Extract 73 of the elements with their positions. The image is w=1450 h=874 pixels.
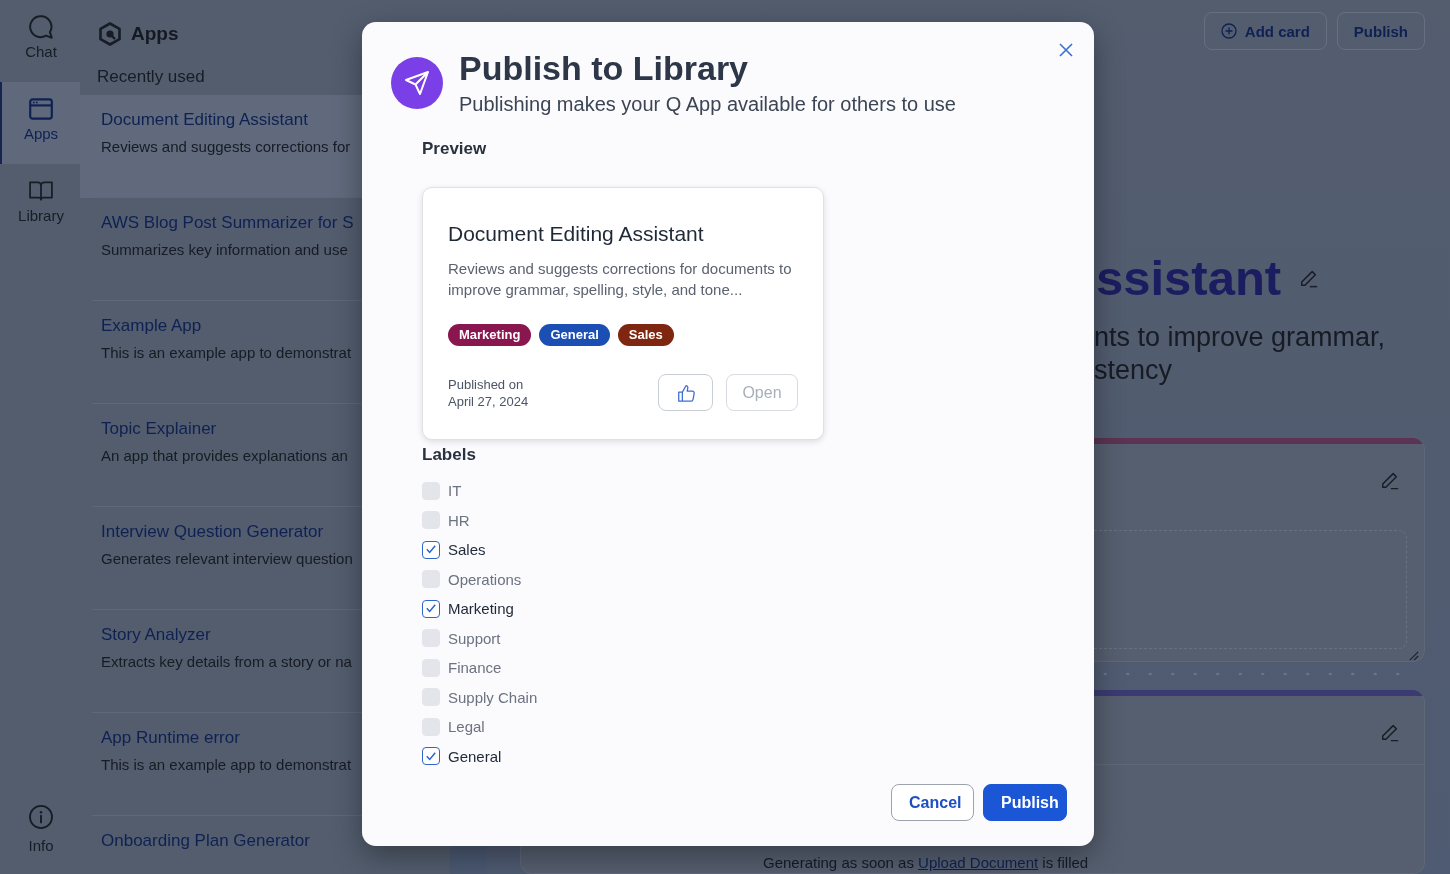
dialog-title: Publish to Library <box>459 48 750 88</box>
preview-description: Reviews and suggests corrections for documents to improve grammar, spelling, style, and tone... <box>448 259 793 300</box>
pencil-icon[interactable] <box>1380 470 1400 490</box>
app-description: This is an example app to demonstrat <box>101 343 352 363</box>
app-title: App Runtime error <box>101 727 240 749</box>
checkbox-label: IT <box>448 482 462 500</box>
checkbox[interactable] <box>422 540 440 559</box>
label-tag: Marketing <box>448 324 532 346</box>
checkbox[interactable] <box>422 747 440 766</box>
checkbox-label: Finance <box>448 659 502 677</box>
app-description: Reviews and suggests corrections for <box>101 137 351 157</box>
app-title: Example App <box>101 315 202 337</box>
preview-title: Document Editing Assistant <box>448 221 705 247</box>
checkbox-label: Supply Chain <box>448 688 538 706</box>
app-description: Extracts key details from a story or na <box>101 652 352 672</box>
toolbar-button[interactable]: Publish <box>1336 12 1425 50</box>
rail-item[interactable]: Info <box>0 805 80 874</box>
app-description: Generates relevant interview question <box>101 549 353 569</box>
checkbox-label: Marketing <box>448 600 514 618</box>
resize-handle-icon[interactable] <box>1409 651 1419 661</box>
app-description: Summarizes key information and use <box>101 240 348 260</box>
app-title: Document Editing Assistant <box>101 109 308 131</box>
dialog-subtitle: Publishing makes your Q App available for others to use <box>459 92 956 117</box>
checkbox-label: General <box>448 747 502 765</box>
app-list-item[interactable]: Interview Question Generator Generates relevant interview question <box>80 507 450 610</box>
plus-circle-icon <box>1220 23 1237 39</box>
checkbox-label: Legal <box>448 718 485 736</box>
status-text: Generating as soon as Upload Document is filled <box>763 855 1089 871</box>
toolbar-button[interactable]: Add card <box>1203 12 1327 50</box>
paper-plane-icon <box>391 57 443 109</box>
rail-item[interactable]: Apps <box>0 82 80 164</box>
label-tag: General <box>539 324 610 346</box>
pencil-icon[interactable] <box>1380 722 1400 742</box>
checkbox-label: Support <box>448 629 501 647</box>
pencil-icon[interactable] <box>1299 268 1320 288</box>
app-title: AWS Blog Post Summarizer for S <box>101 212 354 234</box>
checkbox-label: Operations <box>448 570 522 588</box>
browser-window-icon <box>29 97 53 121</box>
app-description: This is an example app to demonstrat <box>101 755 352 775</box>
checkbox-label: Sales <box>448 541 486 559</box>
app-description: An app that provides explanations an <box>101 446 348 466</box>
chat-bubble-icon <box>29 15 53 39</box>
hexagon-logo-icon <box>98 22 122 46</box>
check-icon <box>426 604 436 614</box>
publish-button[interactable]: Publish <box>983 784 1067 821</box>
app-title: Onboarding Plan Generator <box>101 830 310 852</box>
info-icon <box>29 805 53 829</box>
panel-title: Apps <box>131 23 179 45</box>
section-title: Recently used <box>97 67 205 87</box>
rail-item[interactable]: Library <box>0 164 80 246</box>
app-title: Topic Explainer <box>101 418 217 440</box>
app-title: Story Analyzer <box>101 624 211 646</box>
app-title: Interview Question Generator <box>101 521 324 543</box>
app-list-item[interactable]: AWS Blog Post Summarizer for S Summarizes key information and use <box>80 198 450 301</box>
app-description-text: nts to improve grammar, stency <box>1094 321 1387 387</box>
cancel-button[interactable]: Cancel <box>891 784 974 821</box>
checkbox-label: HR <box>448 511 470 529</box>
app-title-heading: ssistant <box>1096 250 1282 307</box>
thumbs-up-icon <box>675 382 696 403</box>
checkbox[interactable] <box>422 599 440 618</box>
app-list-item[interactable]: App Runtime error This is an example app to demonstrat <box>80 713 450 816</box>
label-tag: Sales <box>617 324 674 346</box>
open-book-icon <box>29 179 53 203</box>
published-date: April 27, 2024 <box>448 392 529 410</box>
published-label: Published on <box>448 375 524 393</box>
like-button[interactable] <box>658 374 713 411</box>
app-list-item[interactable]: Example App This is an example app to demonstrat <box>80 301 450 404</box>
check-icon <box>426 751 436 761</box>
labels-heading: Labels <box>422 445 476 465</box>
rail-item[interactable]: Chat <box>0 0 80 82</box>
check-icon <box>426 545 436 555</box>
close-icon <box>1058 42 1074 58</box>
upload-document-link[interactable]: Upload Document <box>918 854 1039 871</box>
